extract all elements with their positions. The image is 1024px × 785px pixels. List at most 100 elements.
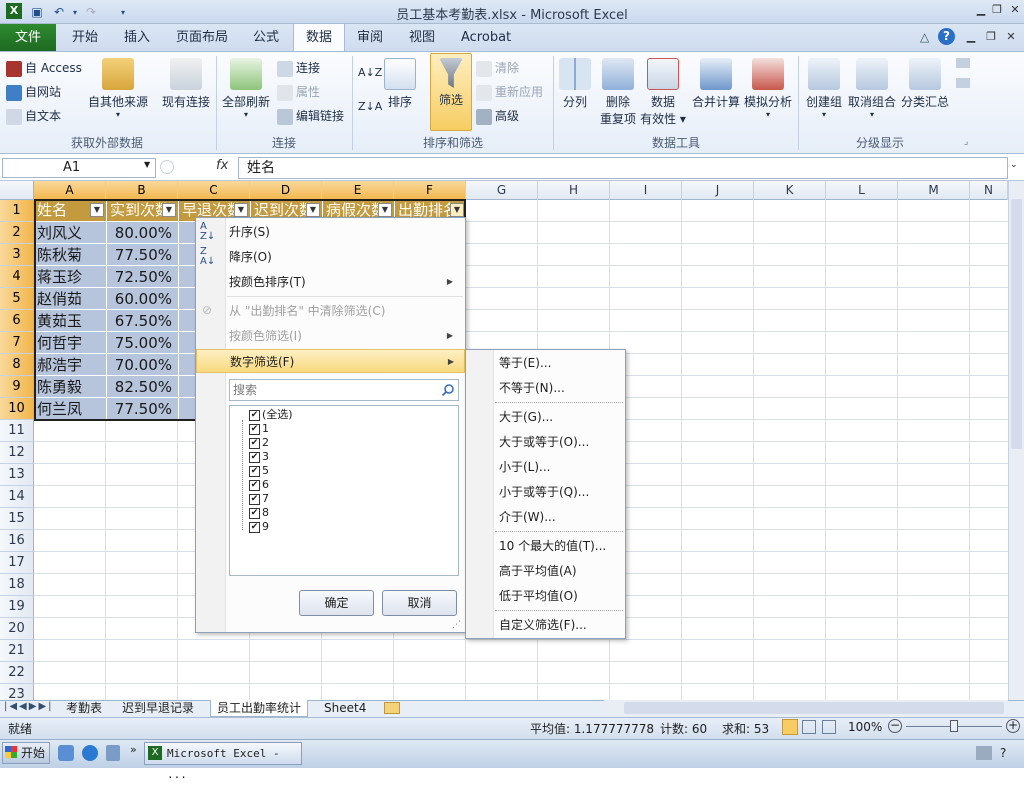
- advanced-filter-button[interactable]: 高级: [476, 106, 519, 126]
- hidden-cell[interactable]: [178, 287, 196, 309]
- rate-cell[interactable]: 77.50%: [106, 397, 178, 419]
- name-cell[interactable]: 蒋玉珍: [34, 265, 106, 287]
- row-header-17[interactable]: 17: [0, 552, 34, 574]
- page-layout-view-icon[interactable]: [802, 720, 816, 734]
- row-header-3[interactable]: 3: [0, 244, 34, 266]
- from-web-button[interactable]: 自网站: [6, 82, 61, 102]
- column-header-k[interactable]: K: [754, 181, 826, 200]
- filter-item-checkbox[interactable]: ✔ 8: [249, 506, 269, 520]
- submenu-item[interactable]: 大于或等于(O)...: [499, 430, 589, 454]
- name-cell[interactable]: 赵俏茹: [34, 287, 106, 309]
- row-header-19[interactable]: 19: [0, 596, 34, 618]
- filter-item-checkbox[interactable]: ✔ (全选): [249, 408, 293, 422]
- more-icon[interactable]: »: [130, 743, 137, 756]
- column-header-c[interactable]: C: [178, 181, 250, 200]
- submenu-item[interactable]: 低于平均值(O): [499, 584, 578, 608]
- filter-dropdown-button[interactable]: ▼: [306, 203, 320, 217]
- hidden-cell[interactable]: [178, 309, 196, 331]
- page-break-view-icon[interactable]: [822, 720, 836, 734]
- menu-sort-descending[interactable]: 降序(O): [227, 245, 463, 269]
- column-header-g[interactable]: G: [466, 181, 538, 200]
- column-header-h[interactable]: H: [538, 181, 610, 200]
- menu-sort-by-color[interactable]: 按颜色排序(T) ▶: [227, 270, 463, 294]
- rate-cell[interactable]: 77.50%: [106, 243, 178, 265]
- filter-dropdown-button[interactable]: ▼: [90, 203, 104, 217]
- rate-cell[interactable]: 80.00%: [106, 221, 178, 243]
- expand-formula-bar-icon[interactable]: ⌄: [1010, 160, 1018, 170]
- menu-filter-by-color[interactable]: 按颜色筛选(I) ▶: [227, 324, 463, 348]
- outline-dialog-launcher-icon[interactable]: ⌟: [964, 137, 968, 147]
- horizontal-scrollbar[interactable]: [604, 700, 1008, 717]
- workbook-close-button[interactable]: ✕: [1002, 30, 1020, 46]
- existing-connections-button[interactable]: 现有连接: [158, 58, 214, 110]
- submenu-item[interactable]: 不等于(N)...: [499, 376, 565, 400]
- help-tray-icon[interactable]: ?: [1000, 746, 1014, 760]
- sheet-nav-arrows-icon[interactable]: |◀◀▶▶|: [4, 701, 54, 712]
- sort-button[interactable]: 排序: [384, 58, 416, 110]
- column-header-n[interactable]: N: [970, 181, 1008, 200]
- customize-toolbar-icon[interactable]: ▾: [114, 3, 132, 21]
- insert-sheet-icon[interactable]: [384, 702, 400, 714]
- tab-review[interactable]: 审阅: [345, 24, 395, 52]
- row-header-21[interactable]: 21: [0, 640, 34, 662]
- column-header-i[interactable]: I: [610, 181, 682, 200]
- hide-detail-icon[interactable]: [956, 78, 970, 88]
- filter-dropdown-button[interactable]: ▼: [162, 203, 176, 217]
- sheet-tab-1[interactable]: 考勤表: [60, 700, 108, 717]
- checkbox-checked-icon[interactable]: ✔: [249, 479, 260, 491]
- zoom-in-button[interactable]: +: [1006, 719, 1020, 733]
- header-cell-a1[interactable]: 姓名 ▼: [34, 199, 106, 221]
- edit-links-button[interactable]: 编辑链接: [277, 106, 344, 126]
- checkbox-checked-icon[interactable]: ✔: [249, 423, 260, 435]
- tab-file[interactable]: 文件: [0, 24, 56, 51]
- row-header-1[interactable]: 1: [0, 200, 34, 222]
- row-header-2[interactable]: 2: [0, 222, 34, 244]
- remove-duplicates-button[interactable]: 删除 重复项: [598, 58, 638, 127]
- hidden-cell[interactable]: [178, 243, 196, 265]
- select-all-button[interactable]: [0, 181, 34, 200]
- filter-dropdown-button[interactable]: ▼: [378, 203, 392, 217]
- keyboard-tray-icon[interactable]: [976, 746, 992, 760]
- subtotal-button[interactable]: 分类汇总: [900, 58, 950, 110]
- redo-icon[interactable]: ↷: [82, 3, 100, 21]
- zoom-slider-thumb[interactable]: [950, 720, 958, 732]
- workbook-restore-button[interactable]: ❐: [982, 30, 1000, 46]
- filter-dropdown-button-active[interactable]: ▼: [450, 203, 464, 217]
- submenu-item[interactable]: 介于(W)...: [499, 505, 556, 529]
- checkbox-checked-icon[interactable]: ✔: [249, 465, 260, 477]
- row-header-20[interactable]: 20: [0, 618, 34, 640]
- row-header-10[interactable]: 10: [0, 398, 34, 420]
- tab-data[interactable]: 数据: [293, 23, 346, 52]
- menu-sort-ascending[interactable]: 升序(S): [227, 220, 463, 244]
- from-access-button[interactable]: 自 Access: [6, 58, 82, 78]
- sort-a-to-z-icon[interactable]: A↓Z: [358, 66, 382, 79]
- row-header-22[interactable]: 22: [0, 662, 34, 684]
- tab-view[interactable]: 视图: [397, 24, 447, 52]
- workbook-minimize-button[interactable]: ▁: [962, 30, 980, 46]
- header-cell-b1[interactable]: 实到次数 ▼: [106, 199, 178, 221]
- hidden-cell[interactable]: [178, 265, 196, 287]
- name-cell[interactable]: 刘风义: [34, 221, 106, 243]
- hidden-cell[interactable]: [178, 331, 196, 353]
- column-header-d[interactable]: D: [250, 181, 322, 200]
- hidden-cell[interactable]: [178, 353, 196, 375]
- name-cell[interactable]: 郝浩宇: [34, 353, 106, 375]
- normal-view-icon[interactable]: [782, 719, 798, 735]
- sheet-tab-3-active[interactable]: 员工出勤率统计: [210, 700, 309, 717]
- row-header-13[interactable]: 13: [0, 464, 34, 486]
- show-detail-icon[interactable]: [956, 58, 970, 68]
- row-header-15[interactable]: 15: [0, 508, 34, 530]
- close-button[interactable]: ✕: [1006, 3, 1024, 19]
- column-header-l[interactable]: L: [826, 181, 898, 200]
- checkbox-checked-icon[interactable]: ✔: [249, 493, 260, 505]
- horizontal-scroll-thumb[interactable]: [624, 702, 1004, 714]
- rate-cell[interactable]: 67.50%: [106, 309, 178, 331]
- ok-button[interactable]: 确定: [299, 590, 374, 616]
- filter-item-checkbox[interactable]: ✔ 1: [249, 422, 269, 436]
- hidden-cell[interactable]: [178, 375, 196, 397]
- text-to-columns-button[interactable]: 分列: [558, 58, 592, 110]
- checkbox-checked-icon[interactable]: ✔: [249, 521, 260, 533]
- cancel-button[interactable]: 取消: [382, 590, 457, 616]
- connections-button[interactable]: 连接: [277, 58, 320, 78]
- column-header-f[interactable]: F: [394, 181, 466, 200]
